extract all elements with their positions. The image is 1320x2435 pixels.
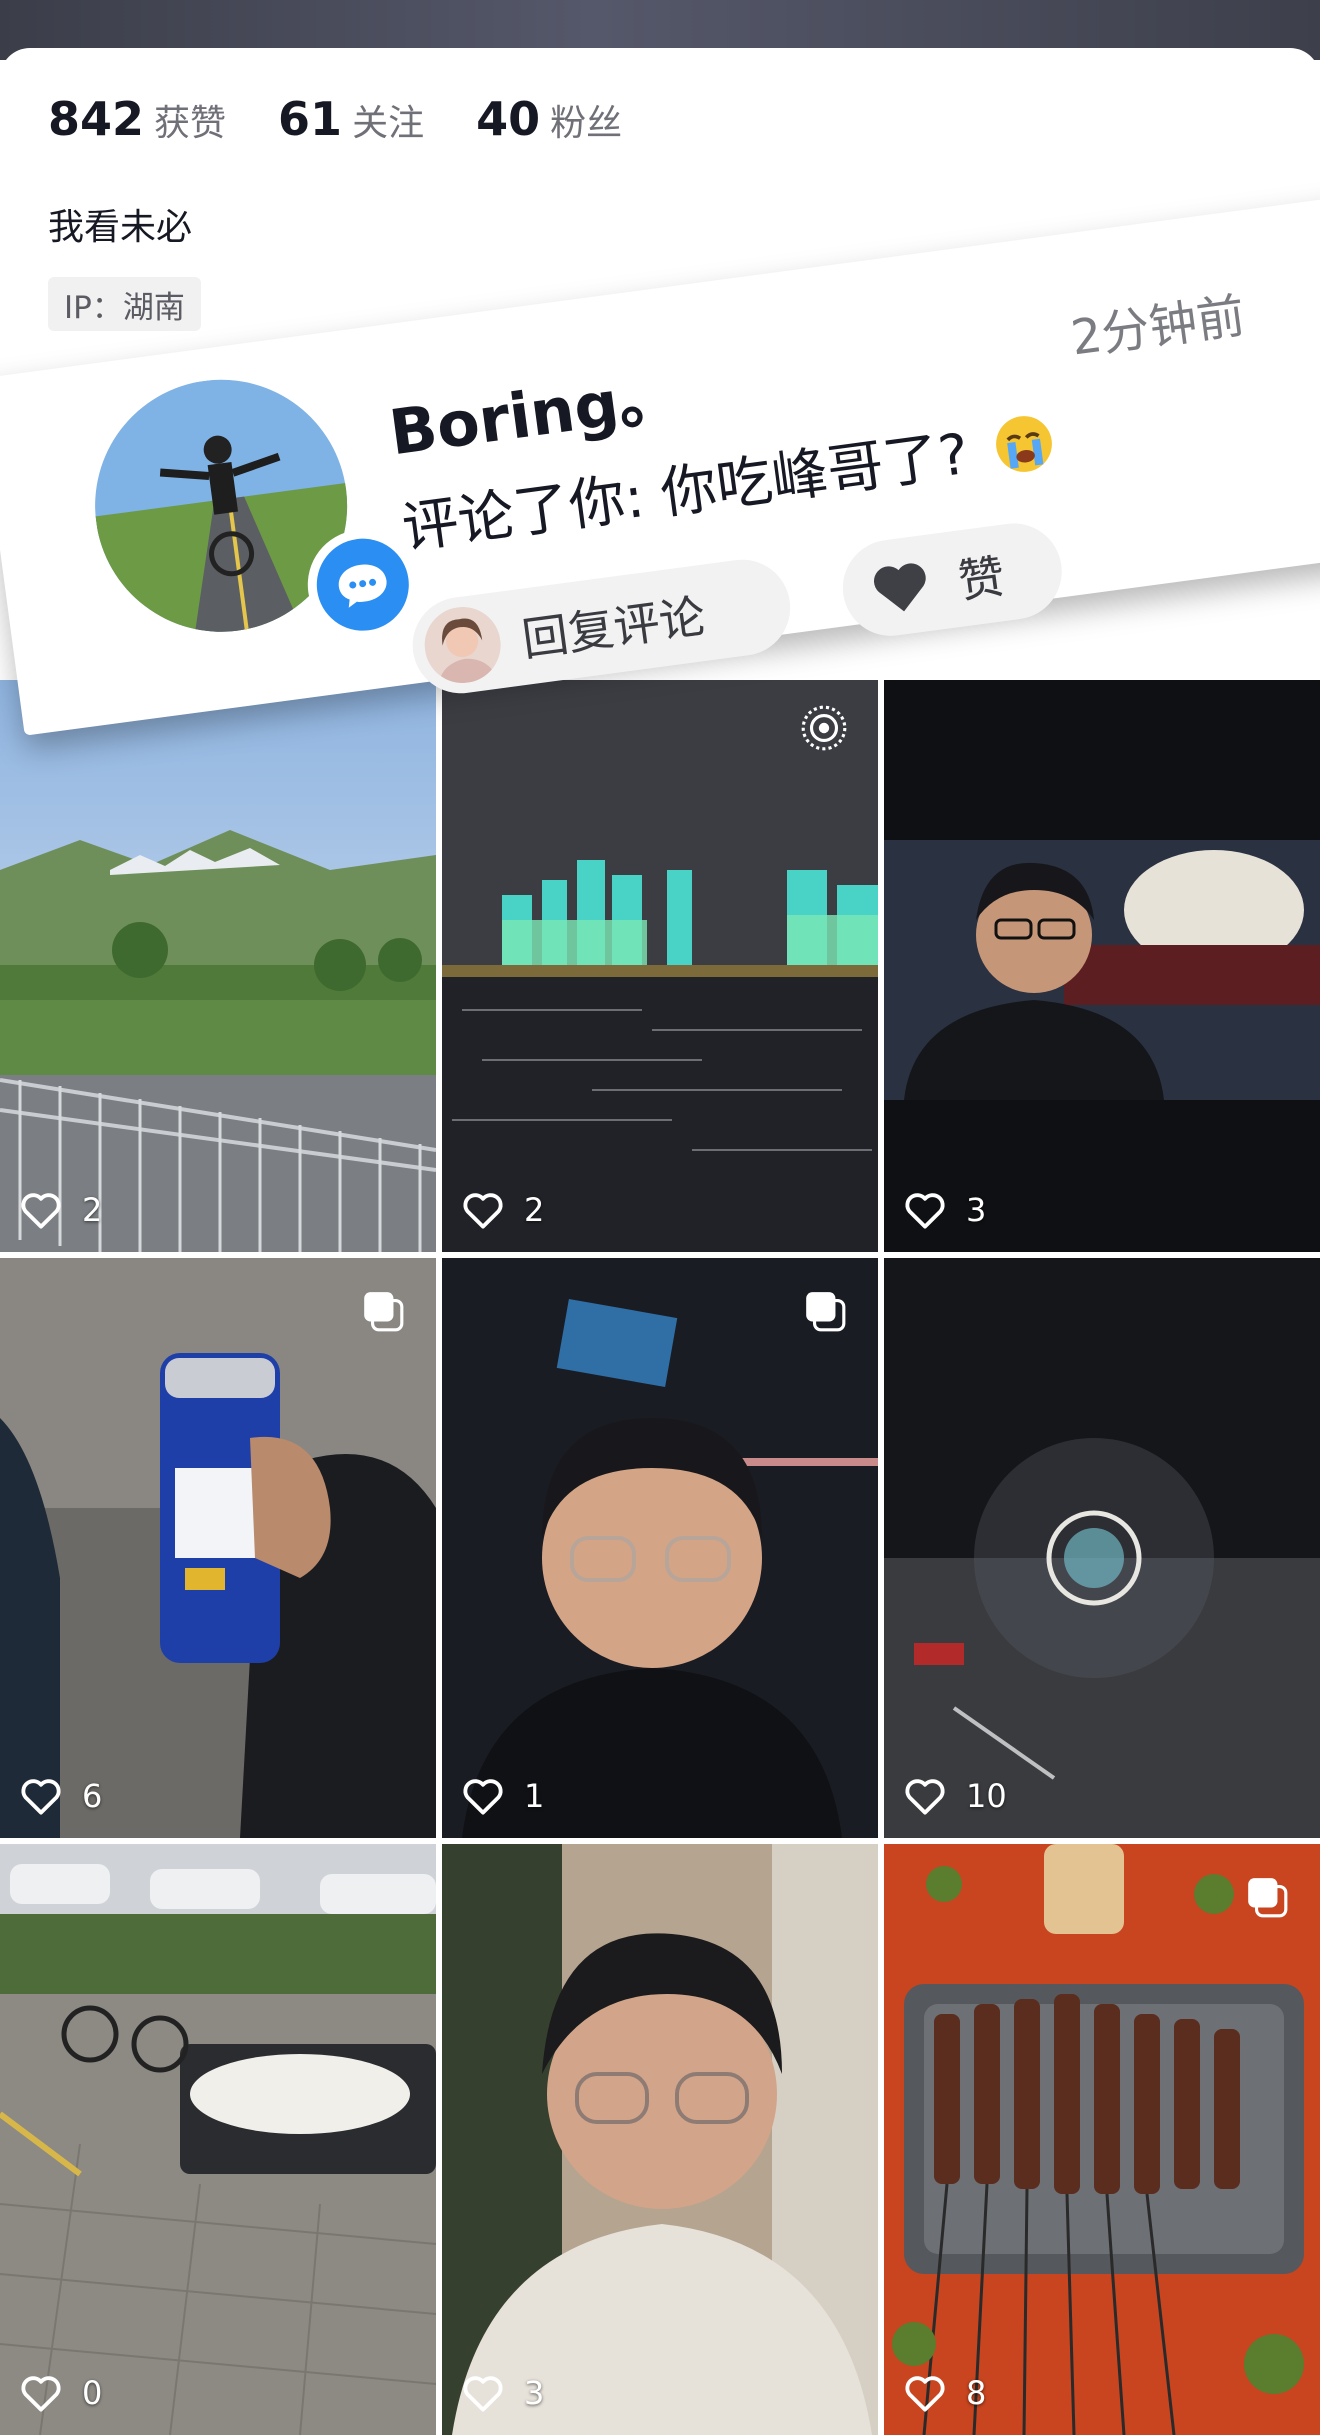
- post-thumbnail[interactable]: 3: [884, 680, 1320, 1252]
- message-bubble-icon: [311, 532, 415, 637]
- stat-followers-value: 40: [476, 92, 541, 146]
- post-thumbnail[interactable]: 10: [884, 1258, 1320, 1838]
- like-count-value: 0: [82, 2374, 103, 2412]
- heart-outline-icon: [21, 1193, 61, 1229]
- selfie-indoor-image: [442, 1844, 878, 2435]
- heart-outline-icon: [905, 1193, 945, 1229]
- post-grid: 2 2 3 6 1 10 0 3 8: [0, 680, 1320, 2435]
- like-count: 3: [462, 2373, 544, 2413]
- like-count: 2: [20, 1190, 102, 1230]
- live-photo-icon: [801, 705, 847, 751]
- like-comment-label: 赞: [955, 548, 1008, 609]
- stat-likes[interactable]: 842 获赞: [48, 92, 226, 146]
- heart-filled-icon: [873, 563, 926, 612]
- like-count: 8: [904, 2373, 986, 2413]
- like-count-value: 3: [524, 2374, 545, 2412]
- heart-outline-icon: [905, 1779, 945, 1815]
- heart-outline-icon: [21, 1779, 61, 1815]
- stat-likes-label: 获赞: [154, 103, 227, 144]
- my-avatar: [419, 602, 506, 688]
- ferris-wheel-image: [884, 1258, 1320, 1838]
- like-count: 2: [462, 1190, 544, 1230]
- stat-followers-label: 粉丝: [550, 103, 623, 144]
- parking-lot-image: [0, 1844, 436, 2435]
- multi-image-icon: [806, 1292, 846, 1332]
- like-count-value: 2: [82, 1191, 103, 1229]
- like-count-value: 6: [82, 1777, 103, 1815]
- like-count-value: 8: [966, 2374, 987, 2412]
- post-thumbnail[interactable]: 3: [442, 1844, 878, 2435]
- like-count-value: 1: [524, 1777, 545, 1815]
- profile-stats: 842 获赞 61 关注 40 粉丝: [48, 92, 674, 146]
- like-count: 10: [904, 1776, 1007, 1816]
- like-count-value: 2: [524, 1191, 545, 1229]
- crying-emoji-icon: [996, 416, 1053, 472]
- like-count: 3: [904, 1190, 986, 1230]
- heart-outline-icon: [463, 2376, 503, 2412]
- post-thumbnail[interactable]: 1: [442, 1258, 878, 1838]
- heart-outline-icon: [463, 1779, 503, 1815]
- selfie-bar-image: [442, 1258, 878, 1838]
- stat-followers[interactable]: 40 粉丝: [476, 92, 622, 146]
- stat-following-value: 61: [278, 92, 343, 146]
- like-count-value: 10: [966, 1777, 1007, 1815]
- like-count: 1: [462, 1776, 544, 1816]
- reply-comment-label: 回复评论: [518, 588, 709, 667]
- multi-image-icon: [1248, 1878, 1288, 1918]
- post-thumbnail[interactable]: 0: [0, 1844, 436, 2435]
- beer-can-image: [0, 1258, 436, 1838]
- post-thumbnail[interactable]: 8: [884, 1844, 1320, 2435]
- multi-image-icon: [364, 1292, 404, 1332]
- like-count: 6: [20, 1776, 102, 1816]
- post-thumbnail[interactable]: 6: [0, 1258, 436, 1838]
- night-selfie-image: [884, 680, 1320, 1252]
- stat-following-label: 关注: [352, 103, 425, 144]
- night-city-image: [442, 680, 878, 1252]
- stat-following[interactable]: 61 关注: [278, 92, 424, 146]
- heart-outline-icon: [463, 1193, 503, 1229]
- bbq-skewers-image: [884, 1844, 1320, 2435]
- stat-likes-value: 842: [48, 92, 145, 146]
- post-thumbnail[interactable]: 2: [442, 680, 878, 1252]
- like-count-value: 3: [966, 1191, 987, 1229]
- heart-outline-icon: [21, 2376, 61, 2412]
- heart-outline-icon: [905, 2376, 945, 2412]
- like-count: 0: [20, 2373, 102, 2413]
